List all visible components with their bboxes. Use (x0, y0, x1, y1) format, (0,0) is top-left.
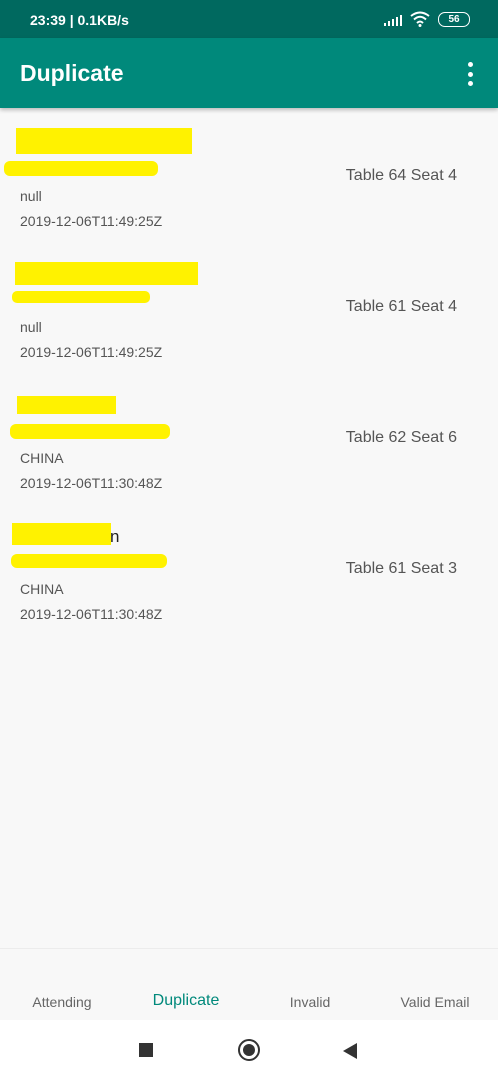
attendee-timestamp: 2019-12-06T11:49:25Z (20, 213, 163, 229)
redaction-mark (17, 396, 116, 414)
signal-icon (384, 12, 402, 26)
attendee-timestamp: 2019-12-06T11:30:48Z (20, 606, 163, 622)
seat-label: Table 64 Seat 4 (345, 167, 457, 184)
page-title: Duplicate (20, 60, 124, 86)
attendee-country: CHINA (20, 450, 64, 466)
tab-invalid[interactable]: Invalid (290, 994, 330, 1010)
attendee-country: null (20, 319, 42, 335)
redaction-mark (4, 161, 158, 176)
status-bar: 23:39 | 0.1KB/s 56 (0, 0, 498, 38)
attendee-country: CHINA (20, 581, 64, 597)
status-time: 23:39 | 0.1KB/s (30, 12, 129, 28)
attendee-list: e null 2019-12-06T11:49:25Z Table 64 Sea… (0, 108, 498, 632)
wifi-icon (410, 11, 430, 27)
tab-attending[interactable]: Attending (32, 994, 91, 1010)
app-bar: Duplicate (0, 38, 498, 108)
redaction-mark (12, 291, 150, 303)
tab-duplicate[interactable]: Duplicate (153, 992, 220, 1010)
redaction-mark (10, 424, 170, 439)
seat-label: Table 61 Seat 4 (345, 298, 457, 315)
recents-icon[interactable] (139, 1043, 153, 1057)
attendee-country: null (20, 188, 42, 204)
redaction-mark (11, 554, 167, 568)
list-item[interactable]: n CHINA 2019-12-06T11:30:48Z Table 61 Se… (0, 501, 498, 632)
system-navigation-bar (0, 1020, 498, 1080)
list-item[interactable]: e null 2019-12-06T11:49:25Z Table 64 Sea… (0, 108, 498, 239)
redaction-mark (12, 523, 111, 545)
status-icons: 56 (384, 11, 470, 27)
battery-icon: 56 (438, 11, 470, 27)
tab-valid-email[interactable]: Valid Email (401, 994, 470, 1010)
list-item[interactable]: null 2019-12-06T11:49:25Z Table 61 Seat … (0, 239, 498, 370)
seat-label: Table 61 Seat 3 (345, 560, 457, 577)
list-item[interactable]: CHINA 2019-12-06T11:30:48Z Table 62 Seat… (0, 370, 498, 501)
more-options-icon[interactable] (462, 62, 478, 86)
redaction-mark (15, 262, 198, 285)
redaction-mark (16, 128, 192, 154)
home-icon[interactable] (238, 1039, 260, 1061)
attendee-name: n (110, 527, 120, 546)
bottom-tab-bar: Attending Duplicate Invalid Valid Email (0, 948, 498, 1021)
back-icon[interactable] (343, 1043, 357, 1059)
seat-label: Table 62 Seat 6 (345, 429, 457, 446)
attendee-timestamp: 2019-12-06T11:49:25Z (20, 344, 163, 360)
attendee-timestamp: 2019-12-06T11:30:48Z (20, 475, 163, 491)
